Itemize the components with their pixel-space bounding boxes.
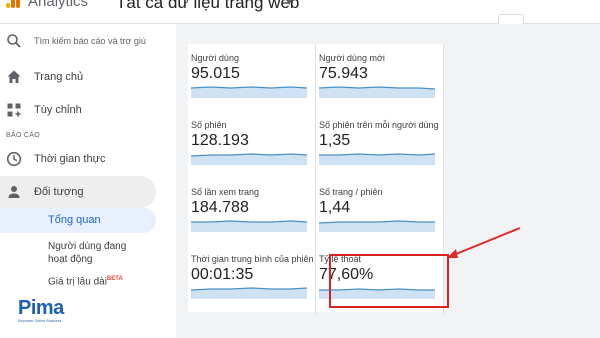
- annotation-arrow-icon: [447, 227, 521, 258]
